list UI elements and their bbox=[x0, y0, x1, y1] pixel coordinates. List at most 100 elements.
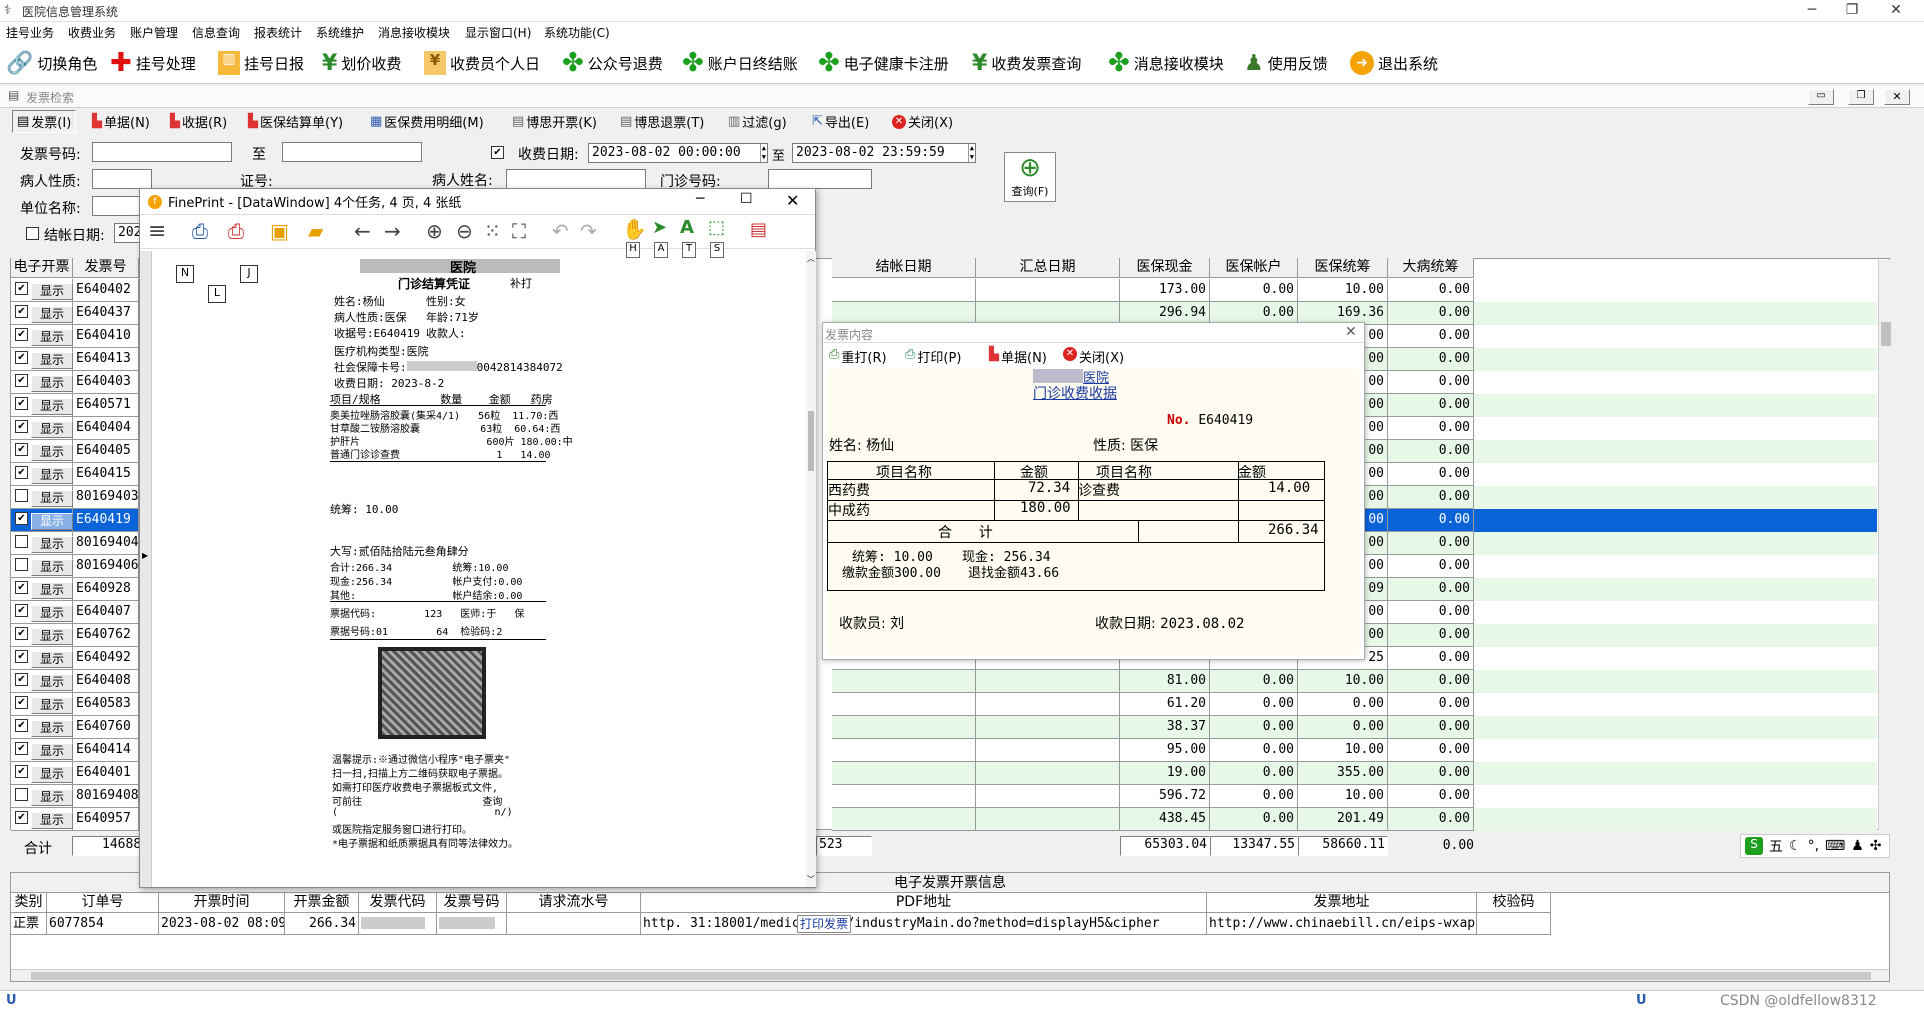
inner-restore-icon[interactable]: ❐ bbox=[1848, 89, 1874, 105]
register-daily-button[interactable]: ▥ 挂号日报 bbox=[218, 48, 304, 78]
date-from-input[interactable]: 2023-08-02 00:00:00 ▲ ▼ bbox=[588, 143, 768, 163]
show-button[interactable]: 显示 bbox=[31, 352, 73, 369]
row-checkbox[interactable] bbox=[15, 788, 28, 801]
daily-settle-button[interactable]: ✤ 账户日终结账 bbox=[682, 48, 798, 78]
show-button[interactable]: 显示 bbox=[31, 421, 73, 438]
charge-date-checkbox[interactable]: ✔ bbox=[491, 146, 504, 159]
close-button[interactable]: ✕ 关闭(X) bbox=[1063, 347, 1124, 366]
print-icon[interactable]: ⎙ bbox=[192, 219, 208, 243]
inner-minimize-icon[interactable]: ▭ bbox=[1808, 89, 1834, 105]
close-icon[interactable]: ✕ bbox=[1876, 2, 1916, 18]
show-button[interactable]: 显示 bbox=[31, 398, 73, 415]
insurance-settle-button[interactable]: ▙ 医保结算单(Y) bbox=[248, 112, 343, 131]
outpatient-input[interactable] bbox=[768, 169, 872, 189]
patient-name-input[interactable] bbox=[506, 169, 646, 189]
scroll-down-icon[interactable]: ﹀ bbox=[807, 874, 815, 885]
reprint-button[interactable]: ⎙ 重打(R) bbox=[829, 347, 887, 366]
pricing-charge-button[interactable]: ¥ 划价收费 bbox=[322, 48, 401, 78]
fineprint-sidebar[interactable]: ▶ bbox=[140, 251, 152, 887]
row-checkbox[interactable]: ✔ bbox=[15, 673, 28, 686]
scroll-thumb[interactable] bbox=[1881, 322, 1891, 346]
scroll-up-icon[interactable]: ︿ bbox=[807, 253, 815, 264]
bosi-refund-button[interactable]: ▤ 博思退票(T) bbox=[620, 112, 704, 131]
row-checkbox[interactable]: ✔ bbox=[15, 397, 28, 410]
show-button[interactable]: 显示 bbox=[31, 674, 73, 691]
fullscreen-icon[interactable]: ⛶ bbox=[512, 219, 526, 243]
filter-button[interactable]: ▥ 过滤(g) bbox=[728, 112, 787, 131]
message-module-button[interactable]: ✤ 消息接收模块 bbox=[1108, 48, 1224, 78]
invoice-no-from-input[interactable] bbox=[92, 142, 232, 162]
minimize-icon[interactable]: ─ bbox=[696, 191, 704, 207]
row-checkbox[interactable]: ✔ bbox=[15, 351, 28, 364]
spin-icon[interactable]: ▲ ▼ bbox=[967, 144, 975, 162]
hand-tool-icon[interactable]: ✋ bbox=[622, 217, 647, 241]
row-checkbox[interactable] bbox=[15, 535, 28, 548]
query-button[interactable]: ⊕ 查询(F) bbox=[1004, 152, 1056, 202]
open-folder-icon[interactable]: ▰ bbox=[308, 219, 323, 243]
show-button[interactable]: 显示 bbox=[31, 536, 73, 553]
row-checkbox[interactable]: ✔ bbox=[15, 581, 28, 594]
show-button[interactable]: 显示 bbox=[31, 329, 73, 346]
menu-item[interactable]: 报表统计 bbox=[254, 24, 302, 41]
close-icon[interactable]: ✕ bbox=[1345, 324, 1357, 340]
row-checkbox[interactable]: ✔ bbox=[15, 765, 28, 778]
settle-date-checkbox[interactable] bbox=[26, 227, 39, 240]
show-button[interactable]: 显示 bbox=[31, 720, 73, 737]
zoom-out-icon[interactable]: ⊖ bbox=[456, 219, 473, 243]
print-invoice-button[interactable]: 打印发票 bbox=[797, 915, 851, 933]
row-checkbox[interactable]: ✔ bbox=[15, 627, 28, 640]
grid-vscrollbar[interactable] bbox=[1878, 260, 1892, 830]
show-button[interactable]: 显示 bbox=[31, 559, 73, 576]
invoice-tab-button[interactable]: ▤ 发票(I) bbox=[12, 110, 77, 133]
scroll-thumb[interactable] bbox=[31, 972, 1871, 980]
row-checkbox[interactable]: ✔ bbox=[15, 374, 28, 387]
patient-nature-input[interactable] bbox=[92, 169, 152, 189]
show-button[interactable]: 显示 bbox=[31, 697, 73, 714]
row-checkbox[interactable]: ✔ bbox=[15, 742, 28, 755]
close-button[interactable]: ✕ 关闭(X) bbox=[892, 112, 953, 131]
thumbnails-icon[interactable]: ⁙ bbox=[484, 219, 501, 243]
invoice-no-to-input[interactable] bbox=[282, 142, 422, 162]
restore-icon[interactable]: ❐ bbox=[1832, 2, 1872, 18]
row-checkbox[interactable]: ✔ bbox=[15, 719, 28, 732]
forward-arrow-icon[interactable]: → bbox=[384, 219, 401, 243]
row-checkbox[interactable]: ✔ bbox=[15, 328, 28, 341]
scroll-thumb[interactable] bbox=[808, 411, 814, 471]
back-arrow-icon[interactable]: ← bbox=[354, 219, 371, 243]
ime-toolbar[interactable]: S 五 ☾ °, ⌨ ♟ ✣ bbox=[1740, 834, 1890, 858]
menu-item[interactable]: 系统维护 bbox=[316, 24, 364, 41]
insurance-detail-button[interactable]: ▦ 医保费用明细(M) bbox=[370, 112, 484, 131]
exit-button[interactable]: ➜ 退出系统 bbox=[1350, 48, 1438, 78]
menu-item[interactable]: 收费业务 bbox=[68, 24, 116, 41]
row-checkbox[interactable]: ✔ bbox=[15, 650, 28, 663]
print-setup-icon[interactable]: ⎙ bbox=[228, 219, 244, 243]
show-button[interactable]: 显示 bbox=[31, 605, 73, 622]
menu-item[interactable]: 账户管理 bbox=[130, 24, 178, 41]
menu-icon[interactable]: ≡ bbox=[148, 219, 166, 244]
menu-item[interactable]: 系统功能(C) bbox=[544, 24, 610, 41]
print-button[interactable]: ⎙ 打印(P) bbox=[905, 347, 961, 366]
einvoice-hscrollbar[interactable] bbox=[11, 969, 1889, 981]
maximize-icon[interactable]: ☐ bbox=[740, 191, 753, 207]
switch-role-button[interactable]: 🔗 切换角色 bbox=[6, 48, 97, 78]
show-button[interactable]: 显示 bbox=[31, 490, 73, 507]
show-button[interactable]: 显示 bbox=[31, 582, 73, 599]
date-to-input[interactable]: 2023-08-02 23:59:59 ▲ ▼ bbox=[792, 143, 976, 163]
save-icon[interactable]: ▣ bbox=[270, 219, 289, 243]
row-checkbox[interactable]: ✔ bbox=[15, 512, 28, 525]
show-button[interactable]: 显示 bbox=[31, 628, 73, 645]
marquee-tool-icon[interactable]: ⬚ bbox=[708, 217, 725, 238]
show-button[interactable]: 显示 bbox=[31, 467, 73, 484]
show-button[interactable]: 显示 bbox=[31, 789, 73, 806]
show-button[interactable]: 显示 bbox=[31, 306, 73, 323]
feedback-button[interactable]: ♟ 使用反馈 bbox=[1244, 48, 1328, 78]
select-tool-icon[interactable]: ➤ bbox=[652, 217, 667, 238]
text-tool-icon[interactable]: A bbox=[680, 217, 694, 238]
fineprint-vscrollbar[interactable]: ︿ ﹀ bbox=[806, 251, 816, 887]
row-checkbox[interactable]: ✔ bbox=[15, 811, 28, 824]
export-button[interactable]: ⇱ 导出(E) bbox=[812, 112, 869, 131]
menu-item[interactable]: 挂号业务 bbox=[6, 24, 54, 41]
zoom-in-icon[interactable]: ⊕ bbox=[426, 219, 443, 243]
show-button[interactable]: 显示 bbox=[31, 651, 73, 668]
close-icon[interactable]: ✕ bbox=[786, 191, 799, 210]
